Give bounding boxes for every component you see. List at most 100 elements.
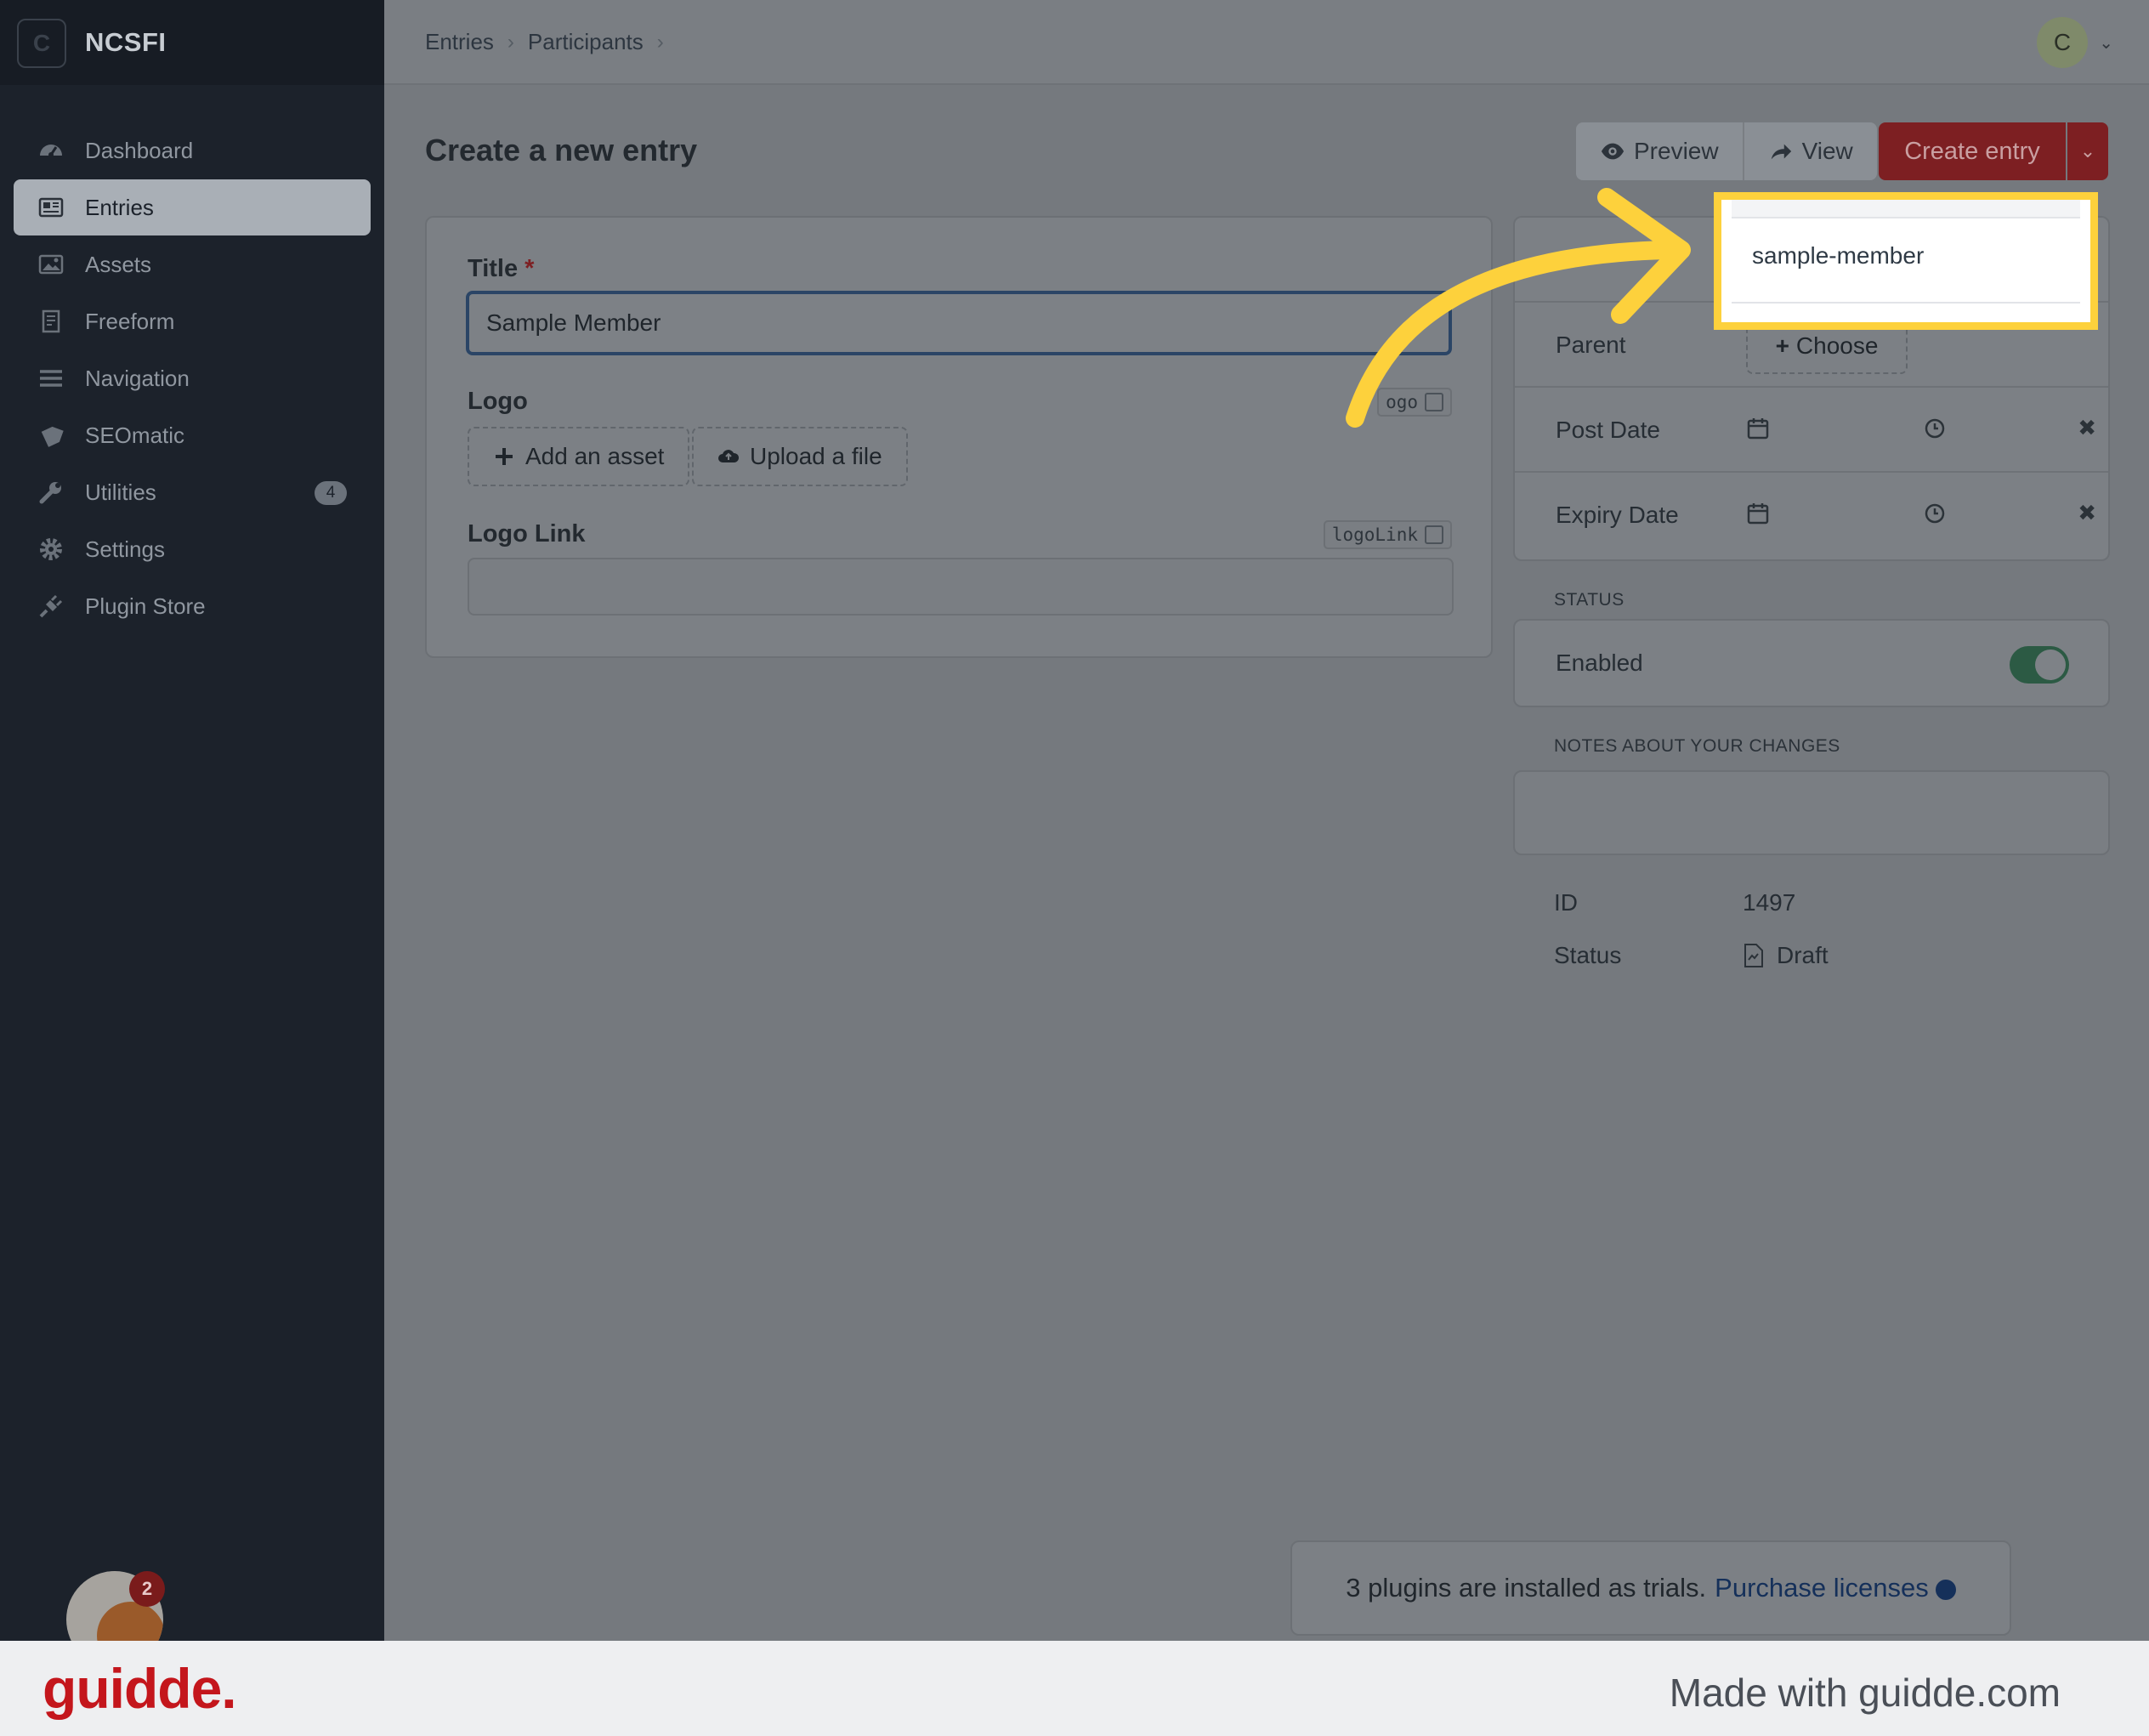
- footer: guidde. Made with guidde.com: [0, 1641, 2149, 1736]
- view-button[interactable]: View: [1742, 122, 1877, 180]
- cloud-upload-icon: [718, 450, 740, 462]
- sidebar-item-assets[interactable]: Assets: [14, 236, 371, 292]
- sidebar-item-label: Settings: [85, 536, 165, 562]
- sidebar-item-label: Dashboard: [85, 137, 194, 163]
- breadcrumb: Entries › Participants ›: [425, 29, 678, 55]
- sidebar-item-seomatic[interactable]: SEOmatic: [14, 407, 371, 463]
- site-logo[interactable]: C: [17, 19, 66, 68]
- user-avatar[interactable]: C: [2037, 17, 2088, 68]
- page-title: Create a new entry: [425, 133, 698, 167]
- sidebar-item-dashboard[interactable]: Dashboard: [14, 122, 371, 179]
- slug-highlight-box: sample-member: [1714, 192, 2098, 330]
- enabled-label: Enabled: [1556, 650, 1643, 676]
- annotation-arrow: [1346, 188, 1691, 428]
- logo-link-input[interactable]: [468, 558, 1454, 616]
- copy-icon: [1425, 525, 1443, 544]
- logo-link-handle[interactable]: logoLink: [1323, 520, 1452, 549]
- calendar-icon[interactable]: [1746, 417, 1770, 440]
- made-with-text: Made with guidde.com: [1669, 1671, 2061, 1715]
- seo-tag-icon: [36, 420, 66, 451]
- form-icon: [36, 306, 66, 337]
- id-label: ID: [1554, 889, 1578, 916]
- topbar: Entries › Participants › C ⌄: [384, 0, 2149, 85]
- status-value-text: Draft: [1777, 942, 1829, 968]
- sidebar-item-label: Entries: [85, 194, 154, 220]
- expiry-date-row: Expiry Date ✖: [1515, 473, 2108, 558]
- title-field-label: Title *: [468, 255, 534, 283]
- sidebar-item-label: Assets: [85, 251, 152, 277]
- clear-expiry-date-icon[interactable]: ✖: [2078, 500, 2096, 526]
- enabled-toggle[interactable]: [2010, 646, 2069, 684]
- newspaper-icon: [36, 192, 66, 223]
- plug-icon: [36, 591, 66, 621]
- notes-heading: NOTES ABOUT YOUR CHANGES: [1554, 736, 1840, 756]
- preview-button[interactable]: Preview: [1576, 122, 1743, 180]
- sidebar-header: C NCSFI: [0, 0, 384, 85]
- breadcrumb-participants[interactable]: Participants: [528, 29, 644, 55]
- view-label: View: [1801, 138, 1853, 164]
- arrow-circle-right-icon: [1935, 1579, 1956, 1600]
- plus-icon: +: [1775, 332, 1789, 359]
- calendar-icon[interactable]: [1746, 502, 1770, 525]
- logo-field-label: Logo: [468, 388, 528, 415]
- chevron-right-icon: ›: [656, 30, 664, 54]
- trial-notice: 3 plugins are installed as trials. Purch…: [1290, 1540, 2011, 1636]
- expiry-date-label: Expiry Date: [1556, 502, 1679, 528]
- plus-icon: [496, 448, 513, 465]
- status-heading: STATUS: [1554, 590, 1625, 610]
- clock-icon[interactable]: [1923, 417, 1947, 440]
- gear-icon: [36, 534, 66, 564]
- sidebar-item-label: Navigation: [85, 365, 190, 391]
- sidebar-item-label: Freeform: [85, 308, 175, 334]
- sidebar-item-label: Utilities: [85, 479, 156, 505]
- sidebar-item-label: SEOmatic: [85, 422, 185, 448]
- sidebar-nav: Dashboard Entries Assets Freeform Naviga…: [0, 122, 384, 635]
- wrench-icon: [36, 477, 66, 508]
- breadcrumb-entries[interactable]: Entries: [425, 29, 494, 55]
- sidebar-item-navigation[interactable]: Navigation: [14, 350, 371, 406]
- guidde-logo: guidde.: [43, 1657, 237, 1720]
- add-asset-label: Add an asset: [525, 443, 665, 469]
- notification-badge: 2: [129, 1571, 165, 1607]
- slug-value[interactable]: sample-member: [1752, 242, 1924, 269]
- preview-label: Preview: [1634, 138, 1719, 164]
- sidebar-item-entries[interactable]: Entries: [14, 179, 371, 235]
- upload-file-label: Upload a file: [750, 443, 882, 469]
- purchase-licenses-label: Purchase licenses: [1715, 1573, 1929, 1603]
- gauge-icon: [36, 135, 66, 166]
- create-entry-menu-button[interactable]: ⌄: [2067, 122, 2108, 180]
- sidebar: C NCSFI Dashboard Entries Assets Freefor…: [0, 0, 384, 1668]
- trial-notice-text: 3 plugins are installed as trials.: [1346, 1573, 1707, 1603]
- share-arrow-icon: [1771, 144, 1791, 160]
- status-label: Status: [1554, 942, 1622, 968]
- choose-label: Choose: [1795, 332, 1879, 359]
- chevron-down-icon[interactable]: ⌄: [2099, 32, 2113, 54]
- sidebar-item-settings[interactable]: Settings: [14, 521, 371, 577]
- slug-popup-divider: [1732, 302, 2080, 304]
- upload-file-button[interactable]: Upload a file: [692, 427, 908, 486]
- add-asset-button[interactable]: Add an asset: [468, 427, 690, 486]
- preview-view-group: Preview View: [1576, 122, 1877, 180]
- chevron-right-icon: ›: [507, 30, 514, 54]
- clear-post-date-icon[interactable]: ✖: [2078, 415, 2096, 441]
- clock-icon[interactable]: [1923, 502, 1947, 525]
- chevron-down-icon: ⌄: [2079, 140, 2096, 162]
- required-asterisk: *: [524, 255, 535, 282]
- image-icon: [36, 249, 66, 280]
- draft-doc-icon: [1744, 944, 1763, 967]
- title-input[interactable]: Sample Member: [466, 291, 1452, 355]
- logo-link-field-label: Logo Link: [468, 520, 586, 547]
- entry-id-value: 1497: [1743, 889, 1796, 916]
- purchase-licenses-link[interactable]: Purchase licenses: [1715, 1573, 1956, 1603]
- sidebar-item-freeform[interactable]: Freeform: [14, 293, 371, 349]
- menu-lines-icon: [36, 363, 66, 394]
- sidebar-item-label: Plugin Store: [85, 593, 206, 619]
- sidebar-item-plugin-store[interactable]: Plugin Store: [14, 578, 371, 634]
- sidebar-item-utilities[interactable]: Utilities 4: [14, 464, 371, 520]
- entry-status-value: Draft: [1743, 942, 1829, 969]
- create-entry-button[interactable]: Create entry: [1879, 122, 2066, 180]
- site-name[interactable]: NCSFI: [85, 27, 167, 58]
- notes-textarea[interactable]: [1513, 770, 2110, 855]
- title-label-text: Title: [468, 255, 519, 282]
- utilities-badge: 4: [315, 481, 347, 505]
